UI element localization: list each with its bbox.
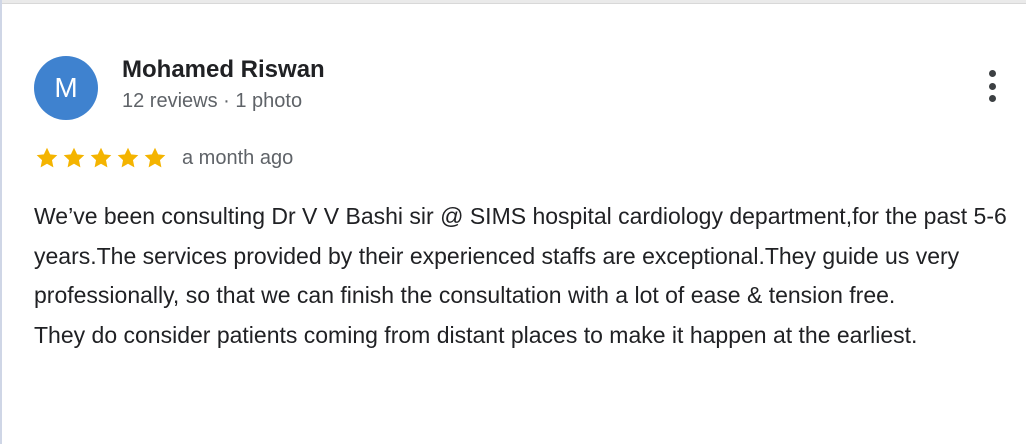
review-date: a month ago	[182, 146, 294, 169]
star-icon	[90, 147, 112, 168]
review-paragraph: We’ve been consulting Dr V V Bashi sir @…	[34, 203, 1007, 308]
avatar[interactable]: M	[34, 56, 98, 120]
rating-row: a month ago	[34, 144, 293, 172]
star-icon	[63, 147, 85, 168]
reviewer-meta[interactable]: 12 reviews · 1 photo	[122, 90, 302, 113]
more-options-button[interactable]	[978, 68, 1006, 104]
review-text: We’ve been consulting Dr V V Bashi sir @…	[34, 197, 1014, 355]
avatar-initial: M	[54, 72, 78, 103]
more-vertical-icon-dot-2	[988, 82, 996, 90]
top-divider	[0, 0, 1026, 4]
left-divider	[0, 0, 2, 444]
more-vertical-icon-dot-3	[988, 95, 996, 102]
reviewer-name[interactable]: Mohamed Riswan	[122, 56, 325, 84]
star-icon	[117, 147, 139, 168]
star-icon	[36, 147, 58, 168]
more-vertical-icon	[988, 70, 996, 77]
star-rating	[34, 145, 168, 171]
star-icon	[144, 147, 166, 168]
review-paragraph: They do consider patients coming from di…	[34, 321, 918, 348]
